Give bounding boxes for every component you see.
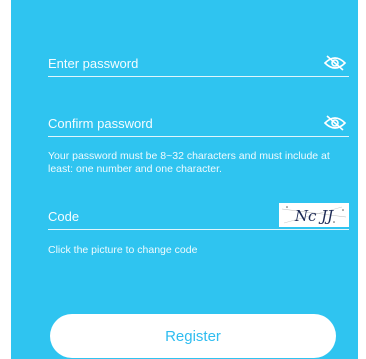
register-button[interactable]: Register [50,314,336,358]
confirm-password-input[interactable] [48,112,298,134]
password-requirements-hint: Your password must be 8~32 characters an… [48,150,330,175]
code-field-row: Nc JJ [48,203,349,230]
password-field-row [48,52,349,77]
captcha-text: Nc JJ [294,207,334,225]
register-screen: Your password must be 8~32 characters an… [11,0,358,359]
eye-off-icon[interactable] [323,114,347,132]
code-hint: Click the picture to change code [48,244,198,256]
eye-off-icon[interactable] [323,54,347,72]
code-input[interactable] [48,205,298,227]
confirm-password-field-row [48,112,349,137]
captcha-image[interactable]: Nc JJ [279,203,349,227]
password-input[interactable] [48,52,298,74]
